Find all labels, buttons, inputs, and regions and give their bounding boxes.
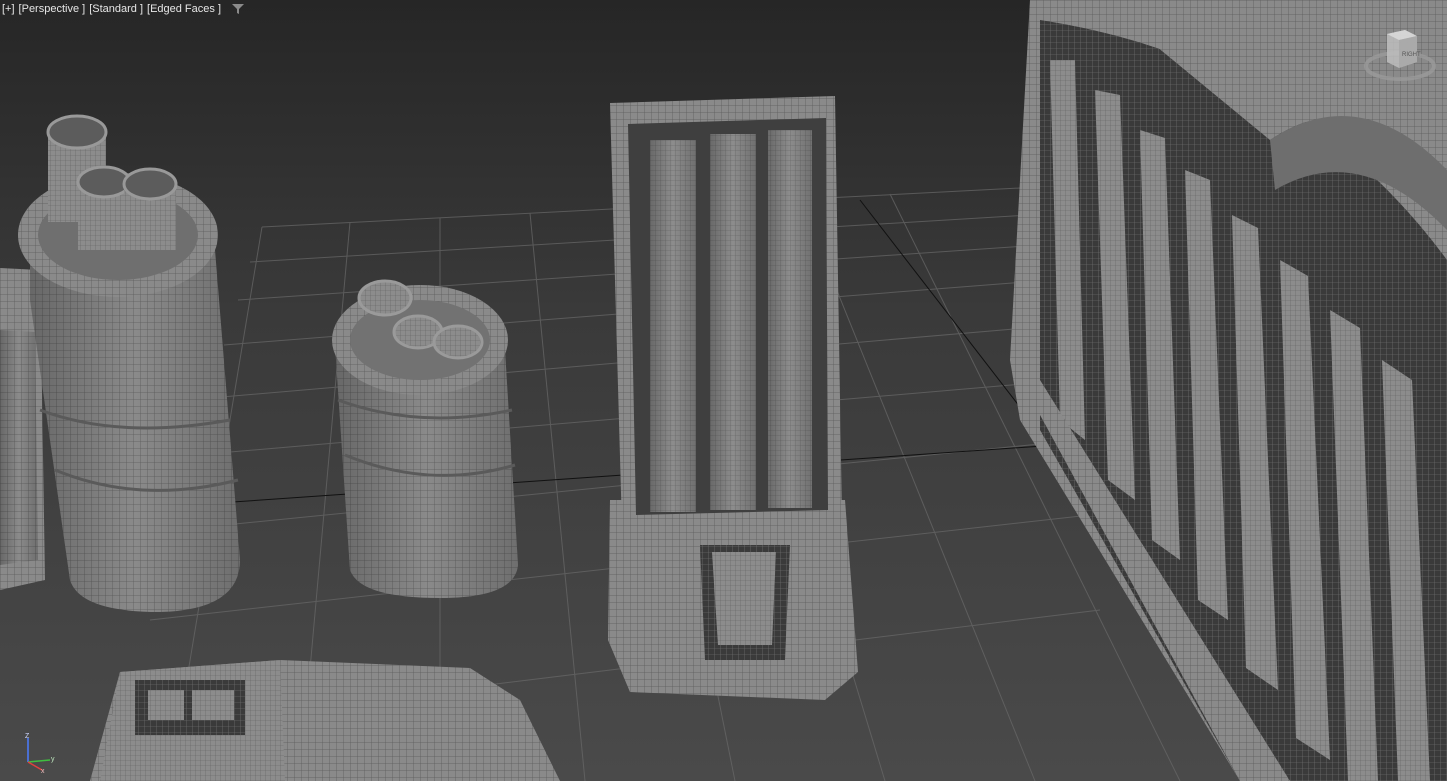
- viewcube-face-label: RIGHT: [1402, 52, 1421, 58]
- viewport-point-of-view-menu[interactable]: [Perspective ]: [19, 3, 86, 15]
- axis-x-label: x: [41, 768, 45, 774]
- viewport-shading-menu[interactable]: [Standard ]: [89, 3, 143, 15]
- mesh-object-cylinder-small: [332, 279, 518, 598]
- viewport-general-menu[interactable]: [+]: [2, 3, 15, 15]
- mesh-object-arch-wall: [1010, 0, 1447, 781]
- axis-y-label: y: [51, 756, 55, 763]
- perspective-viewport[interactable]: [+] [Perspective ] [Standard ] [Edged Fa…: [0, 0, 1447, 781]
- mesh-object-cylinder-large: [18, 114, 240, 612]
- viewport-label-menu: [+] [Perspective ] [Standard ] [Edged Fa…: [2, 1, 245, 17]
- mesh-object-tall-column: [608, 96, 858, 700]
- viewport-display-menu[interactable]: [Edged Faces ]: [147, 3, 221, 15]
- mesh-object-console: [90, 660, 560, 781]
- axis-z-label: Z: [25, 733, 30, 740]
- filter-icon[interactable]: [231, 3, 245, 15]
- viewcube-icon[interactable]: RIGHT: [1361, 26, 1439, 88]
- axis-tripod-icon: Z y x: [25, 733, 55, 774]
- scene-canvas[interactable]: [0, 0, 1447, 781]
